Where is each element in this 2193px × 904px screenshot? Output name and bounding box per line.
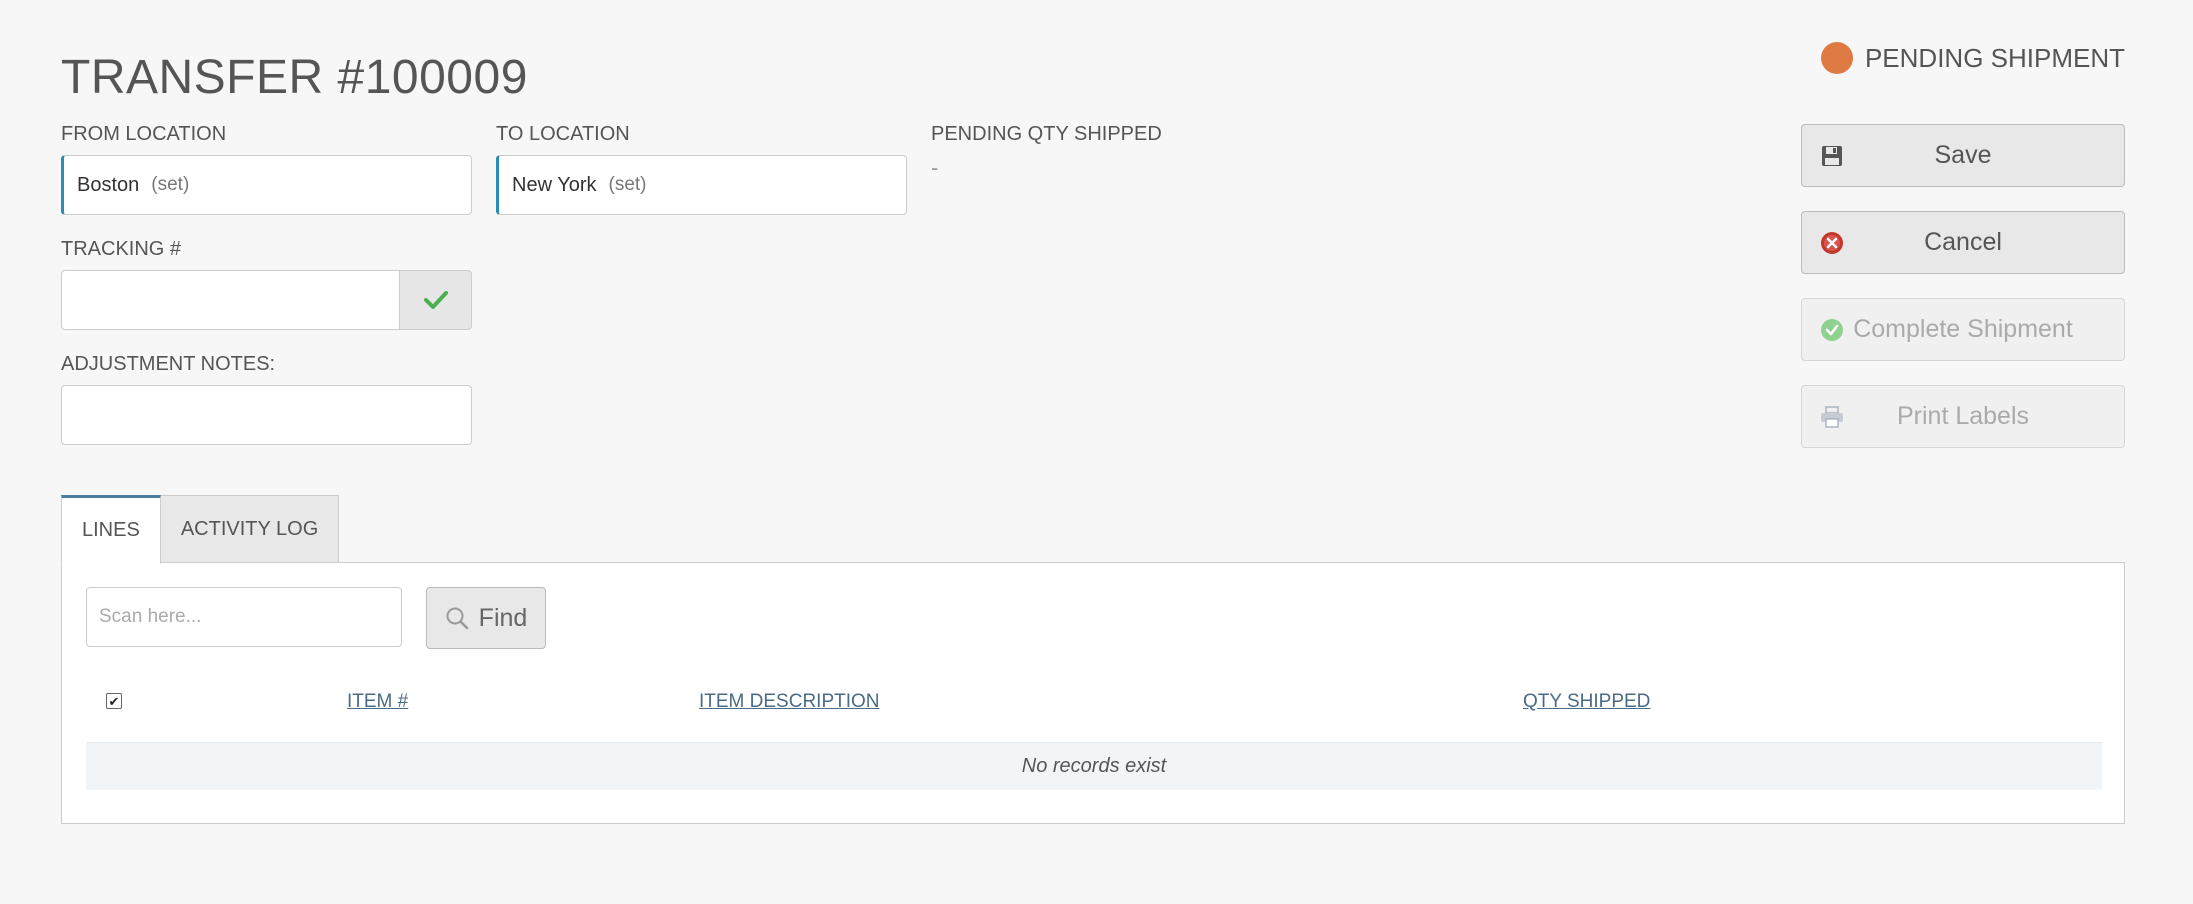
tab-bar: LINES ACTIVITY LOG (61, 495, 340, 564)
cancel-button-label: Cancel (1924, 228, 2002, 256)
lines-panel: Find ✔ ITEM # ITEM DESCRIPTION QTY SHIPP… (61, 562, 2125, 824)
floppy-disk-icon (1819, 143, 1845, 169)
tracking-confirm-button[interactable] (399, 270, 472, 330)
from-location-label: FROM LOCATION (61, 123, 227, 145)
complete-shipment-button[interactable]: Complete Shipment (1801, 298, 2125, 361)
print-labels-button[interactable]: Print Labels (1801, 385, 2125, 448)
tracking-input[interactable] (61, 270, 399, 330)
to-location-value: New York (512, 173, 597, 196)
page-title: TRANSFER #100009 (61, 51, 528, 104)
status-label: PENDING SHIPMENT (1864, 42, 2125, 73)
to-location-field[interactable]: New York (set) (496, 155, 907, 215)
complete-shipment-button-label: Complete Shipment (1853, 315, 2073, 343)
pending-qty-value: - (931, 155, 939, 180)
column-item-number[interactable]: ITEM # (347, 691, 408, 713)
save-button[interactable]: Save (1801, 124, 2125, 187)
from-location-value: Boston (77, 173, 140, 196)
search-icon (446, 607, 468, 630)
print-labels-button-label: Print Labels (1896, 402, 2030, 430)
adjustment-notes-input[interactable] (61, 385, 472, 445)
check-circle-icon (1819, 317, 1845, 343)
status-indicator: PENDING SHIPMENT (1820, 42, 2125, 74)
cancel-button[interactable]: Cancel (1801, 211, 2125, 274)
checkmark-icon (423, 291, 448, 309)
pending-qty-label: PENDING QTY SHIPPED (931, 123, 1162, 145)
select-all-checkbox[interactable]: ✔ (106, 693, 122, 709)
to-location-set-link[interactable]: (set) (609, 174, 647, 196)
status-dot-icon (1820, 42, 1853, 74)
tab-lines[interactable]: LINES (61, 495, 161, 564)
tracking-group (61, 270, 472, 330)
tab-activity-log[interactable]: ACTIVITY LOG (160, 495, 340, 563)
column-qty-shipped[interactable]: QTY SHIPPED (1523, 691, 1650, 713)
find-button[interactable]: Find (426, 587, 546, 649)
to-location-label: TO LOCATION (496, 123, 630, 145)
find-button-label: Find (478, 603, 528, 632)
tracking-label: TRACKING # (61, 238, 182, 260)
empty-grid-message: No records exist (86, 742, 2102, 790)
from-location-set-link[interactable]: (set) (151, 174, 189, 196)
column-item-description[interactable]: ITEM DESCRIPTION (699, 691, 880, 713)
from-location-field[interactable]: Boston (set) (61, 155, 472, 215)
scan-input[interactable] (86, 587, 402, 647)
lines-grid-header: ✔ ITEM # ITEM DESCRIPTION QTY SHIPPED (86, 681, 2102, 725)
save-button-label: Save (1934, 141, 1992, 169)
adjustment-notes-label: ADJUSTMENT NOTES: (61, 353, 276, 375)
cancel-circle-icon (1819, 230, 1845, 256)
printer-icon (1819, 404, 1845, 430)
